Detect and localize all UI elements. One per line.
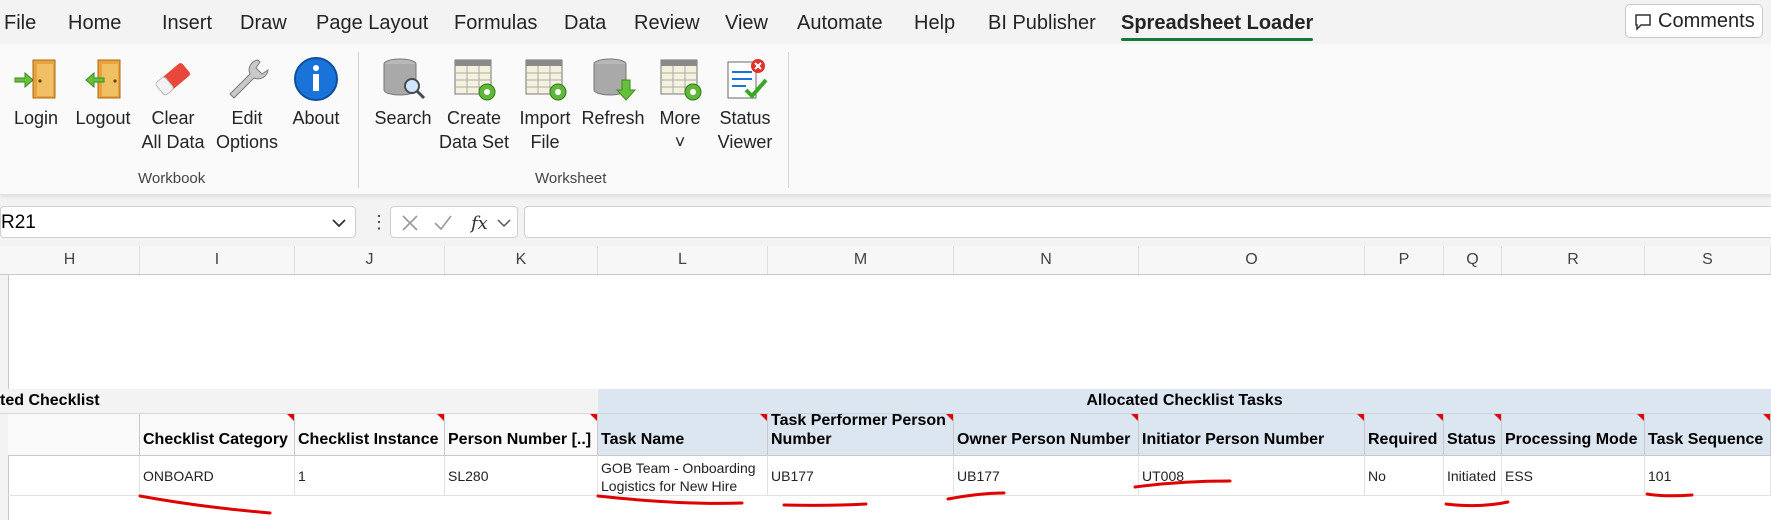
menu-review[interactable]: Review xyxy=(634,12,700,35)
search-button[interactable]: Search xyxy=(372,54,434,130)
column-header-r[interactable]: R xyxy=(1502,246,1645,274)
create-data-set-button[interactable]: Create Data Set xyxy=(438,54,510,154)
menu-draw[interactable]: Draw xyxy=(240,12,287,35)
column-headers: H I J K L M N O P Q R S xyxy=(0,246,1771,275)
group-separator xyxy=(358,52,359,188)
formula-input[interactable] xyxy=(524,206,1771,238)
red-underline-annotations xyxy=(138,479,1694,515)
menu-bar: File Home Insert Draw Page Layout Formul… xyxy=(0,0,1771,44)
comments-label: Comments xyxy=(1658,10,1755,32)
column-header-j[interactable]: J xyxy=(295,246,445,274)
menu-page-layout[interactable]: Page Layout xyxy=(316,12,428,35)
clear-all-data-button[interactable]: Clear All Data xyxy=(140,54,206,154)
name-box[interactable]: R21 xyxy=(0,206,356,238)
edit-options-button[interactable]: Edit Options xyxy=(212,54,282,154)
column-header-i[interactable]: I xyxy=(140,246,295,274)
info-icon xyxy=(294,57,338,101)
menu-spreadsheet-loader[interactable]: Spreadsheet Loader xyxy=(1121,12,1314,41)
logout-door-icon xyxy=(85,59,121,99)
chevron-down-icon: ˅ xyxy=(674,132,686,152)
edit-label-1: Edit xyxy=(231,108,263,128)
import-file-button[interactable]: Import File xyxy=(514,54,576,154)
status-viewer-button[interactable]: Status Viewer xyxy=(712,54,778,154)
column-header-h[interactable]: H xyxy=(0,246,140,274)
menu-file[interactable]: File xyxy=(4,12,36,35)
column-header-p[interactable]: P xyxy=(1365,246,1444,274)
login-button[interactable]: Login xyxy=(6,54,66,130)
enter-check-icon[interactable] xyxy=(433,214,453,232)
search-label: Search xyxy=(374,108,432,128)
more-options-icon[interactable]: ⋮ xyxy=(370,212,388,233)
insert-function-icon[interactable]: fx xyxy=(469,211,493,235)
cancel-icon[interactable] xyxy=(401,214,419,232)
about-button[interactable]: About xyxy=(288,54,344,130)
refresh-label: Refresh xyxy=(581,108,645,128)
formula-bar: R21 ⋮ fx xyxy=(0,200,1771,242)
more-label: More xyxy=(659,108,701,128)
comments-button[interactable]: Comments xyxy=(1625,4,1763,38)
group-separator-2 xyxy=(788,52,789,188)
menu-formulas[interactable]: Formulas xyxy=(454,12,537,35)
logout-button[interactable]: Logout xyxy=(70,54,136,130)
svg-text:fx: fx xyxy=(469,213,488,234)
worksheet-grid[interactable]: ted Checklist Allocated Checklist Tasks … xyxy=(0,275,1771,520)
database-refresh-icon xyxy=(593,58,637,101)
column-header-o[interactable]: O xyxy=(1139,246,1365,274)
column-header-l[interactable]: L xyxy=(598,246,768,274)
menu-bi-publisher[interactable]: BI Publisher xyxy=(988,12,1096,35)
menu-view[interactable]: View xyxy=(725,12,768,35)
import-label-2: File xyxy=(530,132,560,152)
clear-label-2: All Data xyxy=(141,132,205,152)
formula-controls: fx xyxy=(390,206,518,238)
create-label-2: Data Set xyxy=(438,132,510,152)
menu-automate[interactable]: Automate xyxy=(797,12,883,35)
wrench-icon xyxy=(229,59,269,99)
sheet-more-icon xyxy=(660,59,702,101)
sheet-import-icon xyxy=(525,59,567,101)
database-search-icon xyxy=(383,58,426,100)
ribbon: Login Logout Clear All Data Edit Options xyxy=(0,44,1771,195)
status-viewer-icon xyxy=(727,59,768,99)
import-label-1: Import xyxy=(519,108,571,128)
edit-label-2: Options xyxy=(215,132,279,152)
menu-insert[interactable]: Insert xyxy=(162,12,212,35)
column-header-k[interactable]: K xyxy=(445,246,598,274)
workbook-group-label: Workbook xyxy=(138,170,206,187)
comment-icon xyxy=(1635,14,1651,31)
status-label-1: Status xyxy=(719,108,771,128)
chevron-down-icon[interactable] xyxy=(331,215,347,231)
menu-data[interactable]: Data xyxy=(564,12,606,35)
chevron-down-icon[interactable] xyxy=(497,217,511,229)
refresh-button[interactable]: Refresh xyxy=(578,54,648,130)
create-label-1: Create xyxy=(446,108,502,128)
login-door-icon xyxy=(14,59,56,99)
about-label: About xyxy=(292,108,340,128)
login-label: Login xyxy=(13,108,59,128)
name-box-value: R21 xyxy=(1,212,36,233)
column-header-n[interactable]: N xyxy=(954,246,1139,274)
menu-help[interactable]: Help xyxy=(914,12,955,35)
eraser-icon xyxy=(155,63,190,96)
column-header-q[interactable]: Q xyxy=(1444,246,1502,274)
clear-label-1: Clear xyxy=(151,108,195,128)
sheet-gear-icon xyxy=(454,59,496,101)
status-label-2: Viewer xyxy=(717,132,773,152)
more-button[interactable]: More ˅ xyxy=(652,54,708,154)
column-header-m[interactable]: M xyxy=(768,246,954,274)
worksheet-group-label: Worksheet xyxy=(535,170,607,187)
menu-home[interactable]: Home xyxy=(68,12,121,35)
logout-label: Logout xyxy=(75,108,131,128)
column-header-s[interactable]: S xyxy=(1645,246,1771,274)
